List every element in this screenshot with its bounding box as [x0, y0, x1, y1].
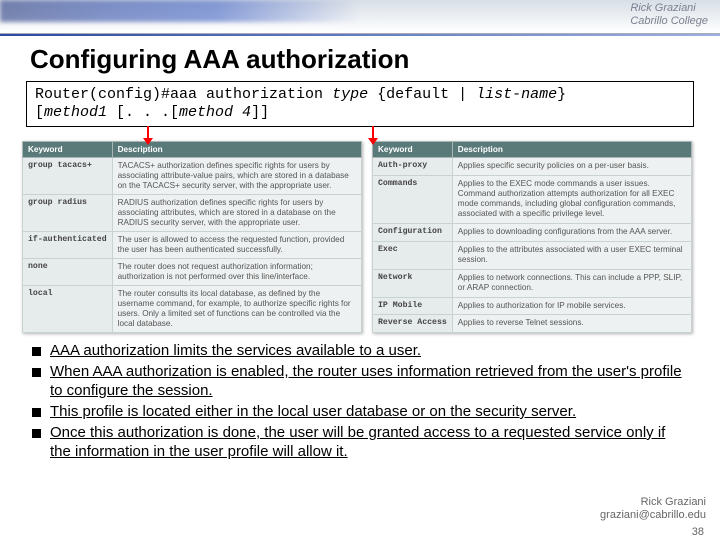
- table-row: ExecApplies to the attributes associated…: [373, 241, 692, 269]
- syntax-l1e: }: [557, 86, 566, 103]
- banner-college: Cabrillo College: [630, 15, 708, 28]
- syntax-box: Router(config)#aaa authorization type {d…: [26, 81, 694, 127]
- slide-banner: Rick Graziani Cabrillo College: [0, 0, 720, 34]
- table-row: Auth-proxyApplies specific security poli…: [373, 158, 692, 176]
- syntax-m4: method 4: [179, 104, 251, 121]
- desc-cell: The router consults its local database, …: [112, 286, 361, 333]
- arrow-type: [372, 126, 374, 144]
- hdr-desc-r: Description: [452, 142, 691, 158]
- bullet-item: When AAA authorization is enabled, the r…: [30, 362, 690, 400]
- keyword-cell: Configuration: [373, 224, 453, 242]
- syntax-l1a: Router(config)#aaa authorization: [35, 86, 332, 103]
- banner-author: Rick Graziani Cabrillo College: [630, 2, 708, 28]
- keyword-cell: if-authenticated: [23, 232, 113, 259]
- desc-cell: TACACS+ authorization defines specific r…: [112, 158, 361, 195]
- syntax-listname: list-name: [476, 86, 557, 103]
- keyword-cell: group tacacs+: [23, 158, 113, 195]
- desc-cell: RADIUS authorization defines specific ri…: [112, 195, 361, 232]
- desc-cell: Applies to the attributes associated wit…: [452, 241, 691, 269]
- table-row: CommandsApplies to the EXEC mode command…: [373, 175, 692, 224]
- keyword-cell: IP Mobile: [373, 297, 453, 315]
- banner-graphic: [0, 0, 360, 22]
- method-table: Keyword Description group tacacs+TACACS+…: [22, 141, 362, 333]
- syntax-l1c: {default |: [368, 86, 476, 103]
- desc-cell: Applies to reverse Telnet sessions.: [452, 315, 691, 333]
- keyword-cell: local: [23, 286, 113, 333]
- footer-author: Rick Graziani graziani@cabrillo.edu: [600, 496, 706, 522]
- footer-email: graziani@cabrillo.edu: [600, 509, 706, 521]
- bullet-item: Once this authorization is done, the use…: [30, 423, 690, 461]
- desc-cell: Applies to authorization for IP mobile s…: [452, 297, 691, 315]
- table-row: noneThe router does not request authoriz…: [23, 259, 362, 286]
- bullet-item: This profile is located either in the lo…: [30, 402, 690, 421]
- type-table: Keyword Description Auth-proxyApplies sp…: [372, 141, 692, 333]
- keyword-cell: Auth-proxy: [373, 158, 453, 176]
- keyword-cell: group radius: [23, 195, 113, 232]
- table-row: localThe router consults its local datab…: [23, 286, 362, 333]
- table-row: group radiusRADIUS authorization defines…: [23, 195, 362, 232]
- desc-cell: Applies to network connections. This can…: [452, 269, 691, 297]
- banner-name: Rick Graziani: [630, 2, 708, 15]
- table-row: NetworkApplies to network connections. T…: [373, 269, 692, 297]
- keyword-cell: none: [23, 259, 113, 286]
- keyword-cell: Reverse Access: [373, 315, 453, 333]
- table-row: Reverse AccessApplies to reverse Telnet …: [373, 315, 692, 333]
- keyword-cell: Exec: [373, 241, 453, 269]
- bullet-list: AAA authorization limits the services av…: [30, 341, 690, 461]
- syntax-l2c: [. . .[: [107, 104, 179, 121]
- keyword-cell: Commands: [373, 175, 453, 224]
- page-number: 38: [692, 526, 704, 538]
- desc-cell: Applies to the EXEC mode commands a user…: [452, 175, 691, 224]
- arrow-method: [147, 126, 149, 144]
- table-row: if-authenticatedThe user is allowed to a…: [23, 232, 362, 259]
- table-row: ConfigurationApplies to downloading conf…: [373, 224, 692, 242]
- syntax-l2a: [: [35, 104, 44, 121]
- desc-cell: The router does not request authorizatio…: [112, 259, 361, 286]
- syntax-l2e: ]]: [251, 104, 269, 121]
- bullet-item: AAA authorization limits the services av…: [30, 341, 690, 360]
- syntax-type: type: [332, 86, 368, 103]
- desc-cell: Applies to downloading configurations fr…: [452, 224, 691, 242]
- desc-cell: Applies specific security policies on a …: [452, 158, 691, 176]
- footer-name: Rick Graziani: [641, 496, 706, 508]
- table-row: IP MobileApplies to authorization for IP…: [373, 297, 692, 315]
- page-title: Configuring AAA authorization: [0, 36, 720, 81]
- hdr-keyword-r: Keyword: [373, 142, 453, 158]
- tables-row: Keyword Description group tacacs+TACACS+…: [22, 141, 698, 333]
- syntax-m1: method1: [44, 104, 107, 121]
- table-row: group tacacs+TACACS+ authorization defin…: [23, 158, 362, 195]
- hdr-keyword-l: Keyword: [23, 142, 113, 158]
- keyword-cell: Network: [373, 269, 453, 297]
- desc-cell: The user is allowed to access the reques…: [112, 232, 361, 259]
